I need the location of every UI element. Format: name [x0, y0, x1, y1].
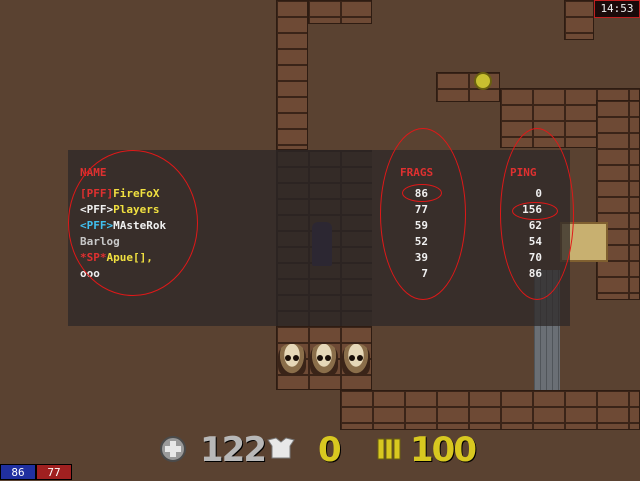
powerup-item-icon [474, 72, 492, 90]
health-cross-icon [160, 436, 186, 462]
annotation-circle-top-frag [402, 184, 442, 202]
brick-wall-far-right [596, 100, 640, 300]
scoreboard: NAME FRAGS PING [PFF]FireFoX <PFF>Player… [68, 128, 574, 326]
annotation-circle-frags [380, 128, 466, 300]
brick-column-left [276, 0, 308, 150]
armor-value: 0 [318, 430, 342, 470]
brick-floor [340, 390, 640, 430]
brick-ledge-top [308, 0, 372, 24]
armor-vest-icon [267, 437, 295, 459]
annotation-circle-names [68, 150, 198, 296]
status-bar: 122 0 100 [0, 430, 640, 470]
annotation-circle-high-ping [512, 202, 558, 220]
match-clock: 14:53 [594, 0, 640, 18]
red-team-score: 77 [36, 464, 72, 480]
health-value: 122 [200, 430, 267, 470]
ammo-value: 100 [410, 430, 477, 470]
ammo-shells-icon [377, 438, 401, 460]
skull-decoration-3 [342, 344, 370, 376]
brick-wall-top-right [564, 0, 594, 40]
skull-decoration-2 [310, 344, 338, 376]
skull-decoration-1 [278, 344, 306, 376]
team-scores: 86 77 [0, 464, 72, 480]
blue-team-score: 86 [0, 464, 36, 480]
